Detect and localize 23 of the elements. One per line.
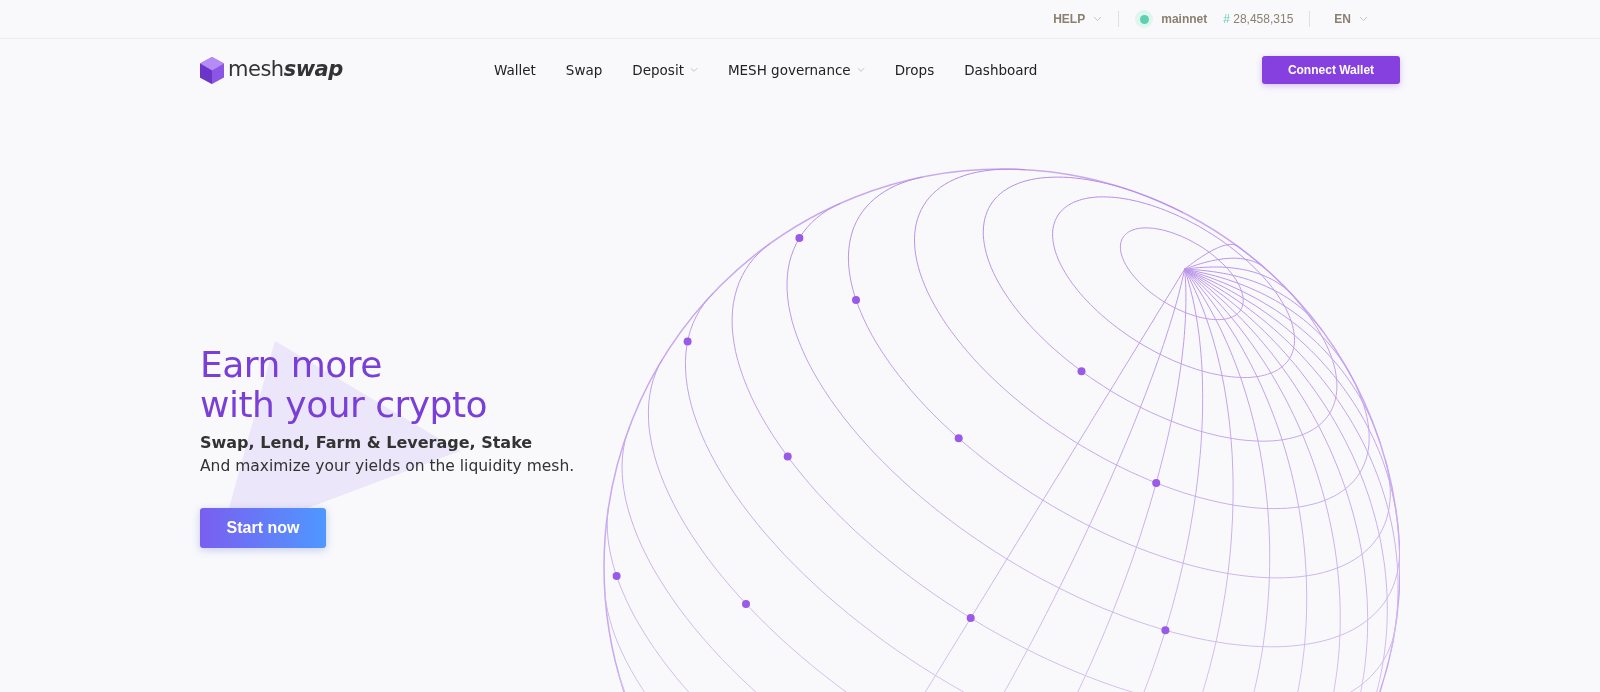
chevron-down-icon bbox=[1359, 16, 1368, 22]
hexagon-logo-icon bbox=[200, 56, 224, 84]
network-name: mainnet bbox=[1161, 11, 1208, 28]
block-number: # 28,458,315 bbox=[1223, 11, 1294, 28]
chevron-down-icon bbox=[1093, 16, 1103, 22]
nav-link[interactable]: Wallet bbox=[494, 59, 536, 81]
chevron-down-icon bbox=[689, 67, 698, 73]
hero-description: And maximize your yields on the liquidity mesh. bbox=[200, 456, 576, 477]
help-menu[interactable]: HELP bbox=[1053, 10, 1103, 28]
language-menu[interactable]: EN bbox=[1334, 10, 1368, 28]
start-now-button[interactable]: Start now bbox=[200, 508, 326, 549]
hero-subtitle: Swap, Lend, Farm & Leverage, Stake bbox=[200, 432, 534, 454]
nav-link[interactable]: Drops bbox=[894, 59, 935, 81]
network-status-icon bbox=[1135, 10, 1154, 28]
nav-link[interactable]: Dashboard bbox=[964, 59, 1038, 81]
logo-text: meshswap bbox=[228, 56, 343, 84]
nav-link[interactable]: Deposit bbox=[632, 59, 698, 81]
connect-wallet-button[interactable]: Connect Wallet bbox=[1262, 56, 1400, 84]
nav-link[interactable]: MESH governance bbox=[727, 59, 865, 81]
logo[interactable]: meshswap bbox=[200, 54, 470, 86]
nav-link[interactable]: Swap bbox=[565, 59, 603, 81]
hero-title: Earn more with your crypto bbox=[200, 345, 489, 425]
chevron-down-icon bbox=[856, 67, 865, 73]
